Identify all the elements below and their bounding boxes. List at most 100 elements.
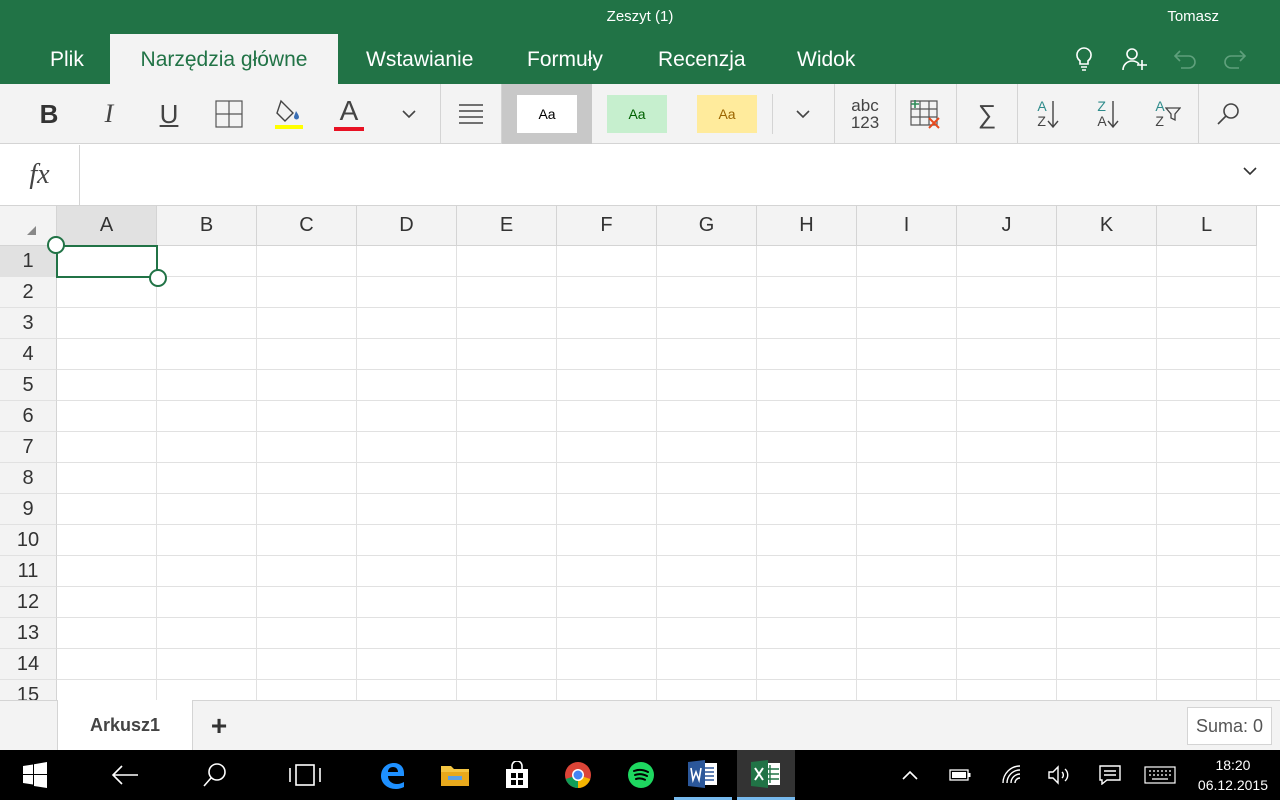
row-header-5[interactable]: 5 <box>0 370 57 401</box>
column-header-l[interactable]: L <box>1157 206 1257 246</box>
row-header-10[interactable]: 10 <box>0 525 57 556</box>
column-header-g[interactable]: G <box>657 206 757 246</box>
column-header-f[interactable]: F <box>557 206 657 246</box>
autosum-button[interactable]: ∑ <box>957 84 1017 144</box>
find-button[interactable] <box>1199 84 1259 144</box>
column-header-a[interactable]: A <box>57 206 157 246</box>
style-neutral-button[interactable]: Aa <box>697 95 757 133</box>
chrome-button[interactable] <box>549 750 607 800</box>
row-header-3[interactable]: 3 <box>0 308 57 339</box>
style-normal-button[interactable]: Aa <box>517 95 577 133</box>
selected-cell[interactable] <box>56 245 158 278</box>
tab-view[interactable]: Widok <box>773 34 879 84</box>
search-icon <box>1217 103 1239 125</box>
insert-delete-cells-button[interactable] <box>896 84 956 144</box>
clock-time: 18:20 <box>1215 757 1251 773</box>
undo-icon[interactable] <box>1170 44 1200 74</box>
column-header-k[interactable]: K <box>1057 206 1157 246</box>
edge-browser-button[interactable] <box>363 750 421 800</box>
tab-formulas[interactable]: Formuły <box>503 34 627 84</box>
document-title: Zeszyt (1) <box>606 8 674 25</box>
column-header-b[interactable]: B <box>157 206 257 246</box>
redo-icon[interactable] <box>1220 44 1250 74</box>
taskbar: 18:20 06.12.2015 <box>0 750 1280 800</box>
tab-file[interactable]: Plik <box>26 34 108 84</box>
sort-asc-top: A <box>1037 98 1047 114</box>
excel-button[interactable] <box>737 750 795 800</box>
row-header-14[interactable]: 14 <box>0 649 57 680</box>
align-left-icon <box>459 104 483 124</box>
row-header-12[interactable]: 12 <box>0 587 57 618</box>
row-header-9[interactable]: 9 <box>0 494 57 525</box>
ribbon: B I U A Aa Aa Aa abc 123 ∑ A Z Z A A Z <box>0 84 1280 144</box>
file-explorer-button[interactable] <box>426 750 484 800</box>
more-font-options-button[interactable] <box>380 84 438 144</box>
row-header-4[interactable]: 4 <box>0 339 57 370</box>
start-button[interactable] <box>6 750 64 800</box>
row-header-13[interactable]: 13 <box>0 618 57 649</box>
italic-button[interactable]: I <box>80 84 138 144</box>
number-format-button[interactable]: abc 123 <box>835 84 895 144</box>
sort-ascending-button[interactable]: A Z <box>1018 84 1078 144</box>
fx-label[interactable]: fx <box>0 145 80 205</box>
style-good-button[interactable]: Aa <box>607 95 667 133</box>
search-icon <box>203 763 226 787</box>
action-center-icon[interactable] <box>1095 760 1125 790</box>
chevron-down-icon <box>1243 167 1257 176</box>
touch-keyboard-icon[interactable] <box>1143 760 1177 790</box>
task-view-icon <box>289 764 321 786</box>
column-header-e[interactable]: E <box>457 206 557 246</box>
filter-button[interactable]: A Z <box>1138 84 1198 144</box>
row-header-6[interactable]: 6 <box>0 401 57 432</box>
sort-desc-top: Z <box>1097 98 1106 114</box>
add-sheet-button[interactable]: + <box>204 710 234 741</box>
expand-formula-bar-button[interactable] <box>1242 163 1258 181</box>
user-name[interactable]: Tomasz <box>1167 8 1219 25</box>
spotify-button[interactable] <box>612 750 670 800</box>
fill-color-button[interactable] <box>260 84 318 144</box>
font-color-button[interactable]: A <box>320 84 378 144</box>
borders-button[interactable] <box>200 84 258 144</box>
column-header-d[interactable]: D <box>357 206 457 246</box>
align-button[interactable] <box>441 84 501 144</box>
selection-handle-bottom-right[interactable] <box>149 269 167 287</box>
underline-button[interactable]: U <box>140 84 198 144</box>
clock[interactable]: 18:20 06.12.2015 <box>1198 755 1268 795</box>
sheet-tab-arkusz1[interactable]: Arkusz1 <box>57 700 193 751</box>
share-person-icon[interactable] <box>1120 44 1150 74</box>
row-header-2[interactable]: 2 <box>0 277 57 308</box>
word-button[interactable] <box>674 750 732 800</box>
edge-icon <box>381 763 404 789</box>
sort-descending-button[interactable]: Z A <box>1078 84 1138 144</box>
row-header-15[interactable]: 15 <box>0 680 57 700</box>
battery-icon[interactable] <box>945 760 975 790</box>
column-header-j[interactable]: J <box>957 206 1057 246</box>
row-header-7[interactable]: 7 <box>0 432 57 463</box>
volume-icon[interactable] <box>1044 760 1074 790</box>
row-header-8[interactable]: 8 <box>0 463 57 494</box>
show-hidden-icons-button[interactable] <box>895 760 925 790</box>
tab-insert[interactable]: Wstawianie <box>342 34 497 84</box>
formula-bar: fx <box>0 145 1280 206</box>
cells-area[interactable] <box>57 246 1280 700</box>
wifi-icon[interactable] <box>997 760 1027 790</box>
task-view-button[interactable] <box>276 750 334 800</box>
column-header-h[interactable]: H <box>757 206 857 246</box>
ribbon-divider <box>772 94 773 134</box>
filter-bottom: Z <box>1155 113 1164 129</box>
search-button[interactable] <box>186 750 244 800</box>
more-styles-button[interactable] <box>774 84 832 144</box>
spotify-icon <box>628 762 654 788</box>
row-header-11[interactable]: 11 <box>0 556 57 587</box>
chevron-down-icon <box>796 110 810 119</box>
selection-handle-top-left[interactable] <box>47 236 65 254</box>
back-button[interactable] <box>96 750 154 800</box>
store-button[interactable] <box>488 750 546 800</box>
tab-review[interactable]: Recenzja <box>634 34 770 84</box>
column-header-c[interactable]: C <box>257 206 357 246</box>
formula-input[interactable] <box>90 145 1220 205</box>
tab-home[interactable]: Narzędzia główne <box>110 34 338 84</box>
lightbulb-icon[interactable] <box>1069 44 1099 74</box>
bold-button[interactable]: B <box>20 84 78 144</box>
column-header-i[interactable]: I <box>857 206 957 246</box>
